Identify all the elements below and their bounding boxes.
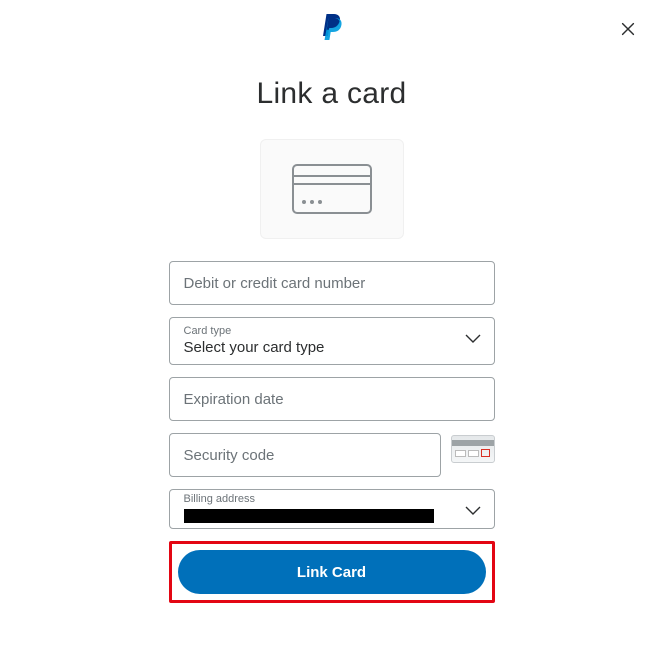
card-type-select[interactable]: Card type Select your card type [169,317,495,365]
cvv-hint-icon [451,435,495,463]
chevron-down-icon [464,332,482,350]
card-number-input[interactable] [184,275,480,292]
close-icon[interactable] [619,20,639,40]
billing-address-select[interactable]: Billing address [169,489,495,529]
card-type-label: Card type [184,326,232,337]
submit-highlight: Link Card [169,541,495,603]
expiration-input[interactable] [184,391,480,408]
paypal-logo [0,0,663,47]
link-card-button[interactable]: Link Card [178,550,486,594]
card-type-value: Select your card type [184,339,325,356]
billing-address-label: Billing address [184,494,256,505]
card-number-field[interactable] [169,261,495,305]
expiration-field[interactable] [169,377,495,421]
card-illustration [260,139,404,239]
security-code-field[interactable] [169,433,441,477]
billing-address-value [184,509,434,523]
security-code-input[interactable] [184,447,426,464]
chevron-down-icon [464,504,482,522]
page-title: Link a card [0,77,663,111]
